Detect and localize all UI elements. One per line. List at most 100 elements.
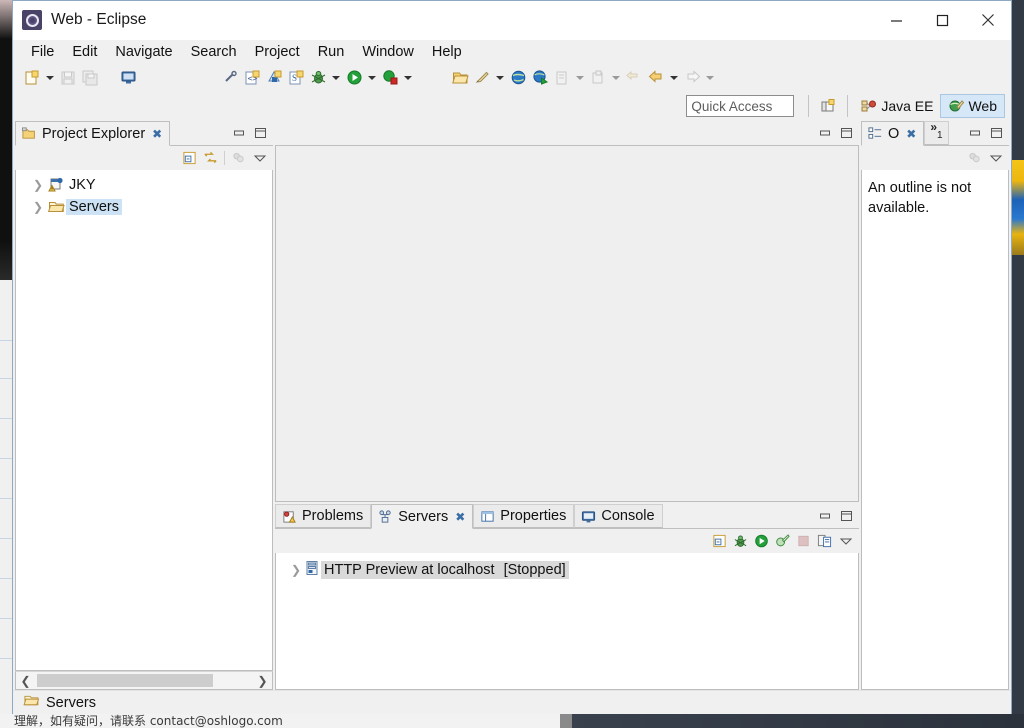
close-tab-icon[interactable]: ✖ — [152, 127, 162, 141]
minimize-window-button[interactable] — [873, 1, 919, 39]
chevron-right-icon[interactable]: ❯ — [288, 563, 304, 577]
run-green-play-icon[interactable] — [754, 534, 769, 549]
globe-icon[interactable] — [507, 67, 529, 89]
stop-square-icon — [796, 534, 811, 549]
forward-arrow-icon — [681, 67, 703, 89]
view-menu-icon[interactable] — [252, 151, 267, 166]
close-window-button[interactable] — [965, 1, 1011, 39]
menu-edit[interactable]: Edit — [64, 43, 105, 61]
tab-filler — [663, 504, 818, 528]
window-title: Web - Eclipse — [51, 11, 147, 28]
debug-bug-icon[interactable] — [307, 67, 329, 89]
hscroll-track[interactable] — [35, 672, 253, 689]
tab-outline[interactable]: O ✖ — [861, 121, 925, 146]
tab-servers[interactable]: Servers ✖ — [371, 504, 474, 529]
tab-label-problems: Problems — [302, 508, 364, 524]
chevron-right-icon[interactable]: ❯ — [30, 178, 46, 192]
taskbar-text: 理解，如有疑问，请联系 contact@oshlogo.com — [14, 714, 283, 728]
chevron-down-icon[interactable] — [43, 67, 57, 89]
publish-icon[interactable] — [817, 534, 832, 549]
collapse-all-icon[interactable] — [182, 151, 197, 166]
properties-icon — [481, 510, 494, 522]
editor-empty-body[interactable] — [275, 146, 859, 502]
new-file-icon[interactable] — [21, 67, 43, 89]
perspective-tab-web[interactable]: Web — [940, 94, 1005, 118]
browser-icon[interactable] — [117, 67, 139, 89]
menu-run[interactable]: Run — [310, 43, 353, 61]
new-session-bean-icon[interactable]: S — [285, 67, 307, 89]
chevron-down-icon[interactable] — [401, 67, 415, 89]
tab-console[interactable]: Console — [574, 504, 663, 528]
open-perspective-icon[interactable] — [815, 94, 841, 118]
new-jsp-icon[interactable]: <> — [241, 67, 263, 89]
link-with-editor-icon[interactable] — [203, 151, 218, 166]
perspective-bar: Quick Access Java EE Web — [13, 91, 1011, 121]
servers-icon — [379, 510, 391, 523]
chevron-down-icon[interactable] — [365, 67, 379, 89]
outline-message: An outline is not available. — [868, 180, 972, 216]
menu-navigate[interactable]: Navigate — [107, 43, 180, 61]
chevron-right-icon[interactable]: ❯ — [253, 672, 272, 689]
last-edit-icon — [623, 67, 645, 89]
debug-bug-icon[interactable] — [733, 534, 748, 549]
minimize-editor-button[interactable] — [818, 126, 833, 141]
servers-toolbar — [275, 529, 859, 553]
chevron-left-icon[interactable]: ❮ — [16, 672, 35, 689]
tree-label-jky: JKY — [69, 177, 96, 193]
maximize-view-button[interactable] — [253, 126, 268, 141]
tab-properties[interactable]: Properties — [473, 504, 575, 528]
problems-icon — [283, 510, 296, 523]
pencil-search-icon[interactable] — [471, 67, 493, 89]
chevron-down-icon[interactable] — [329, 67, 343, 89]
maximize-view-button[interactable] — [989, 126, 1004, 141]
marker-disabled-icon[interactable] — [219, 67, 241, 89]
menu-project[interactable]: Project — [247, 43, 308, 61]
run-green-play-icon[interactable] — [343, 67, 365, 89]
chevron-down-icon — [573, 67, 587, 89]
minimize-view-button[interactable] — [818, 509, 833, 524]
close-tab-icon[interactable]: ✖ — [906, 127, 916, 141]
external-tools-icon[interactable] — [379, 67, 401, 89]
outline-view-buttons — [968, 121, 1009, 145]
tree-item-jky[interactable]: ❯ JKY — [16, 174, 272, 196]
maximize-view-button[interactable] — [839, 509, 854, 524]
tab-overflow-indicator[interactable]: » 1 — [924, 121, 949, 145]
minimize-view-button[interactable] — [968, 126, 983, 141]
desktop-left-edge — [0, 0, 12, 280]
minimize-view-button[interactable] — [232, 126, 247, 141]
menu-help[interactable]: Help — [424, 43, 470, 61]
workbench: Project Explorer ✖ ❯ JKY ❯ Servers ❮ ❯ P… — [13, 121, 1011, 690]
new-servlet-icon[interactable] — [263, 67, 285, 89]
quick-access-input[interactable]: Quick Access — [686, 95, 795, 117]
chevron-right-icon[interactable]: ❯ — [30, 200, 46, 214]
server-row[interactable]: ❯ HTTP Preview at localhost [Stopped] — [276, 559, 858, 581]
view-menu-icon[interactable] — [838, 534, 853, 549]
close-tab-icon[interactable]: ✖ — [455, 510, 465, 524]
servers-list-body: ❯ HTTP Preview at localhost [Stopped] — [275, 553, 859, 690]
quick-access-placeholder: Quick Access — [691, 98, 773, 114]
hscroll-thumb[interactable] — [37, 674, 213, 687]
open-folder-icon[interactable] — [449, 67, 471, 89]
menu-window[interactable]: Window — [354, 43, 422, 61]
tab-problems[interactable]: Problems — [275, 504, 372, 528]
back-arrow-icon[interactable] — [645, 67, 667, 89]
focus-task-icon — [967, 151, 982, 166]
folder-icon — [23, 693, 40, 713]
maximize-editor-button[interactable] — [839, 126, 854, 141]
tree-item-servers[interactable]: ❯ Servers — [16, 196, 272, 218]
server-state-label: [Stopped] — [497, 561, 569, 579]
maximize-window-button[interactable] — [919, 1, 965, 39]
tab-project-explorer[interactable]: Project Explorer ✖ — [15, 121, 171, 146]
perspective-tab-java-ee[interactable]: Java EE — [854, 94, 940, 118]
profile-icon[interactable] — [775, 534, 790, 549]
view-menu-icon[interactable] — [988, 151, 1003, 166]
project-explorer-hscrollbar[interactable]: ❮ ❯ — [15, 671, 273, 690]
collapse-all-icon[interactable] — [712, 534, 727, 549]
project-explorer-toolbar — [15, 146, 273, 170]
chevron-down-icon[interactable] — [667, 67, 681, 89]
menu-search[interactable]: Search — [183, 43, 245, 61]
menu-file[interactable]: File — [23, 43, 62, 61]
chevron-down-icon[interactable] — [493, 67, 507, 89]
globe-run-icon[interactable] — [529, 67, 551, 89]
server-name-label: HTTP Preview at localhost — [321, 561, 498, 579]
